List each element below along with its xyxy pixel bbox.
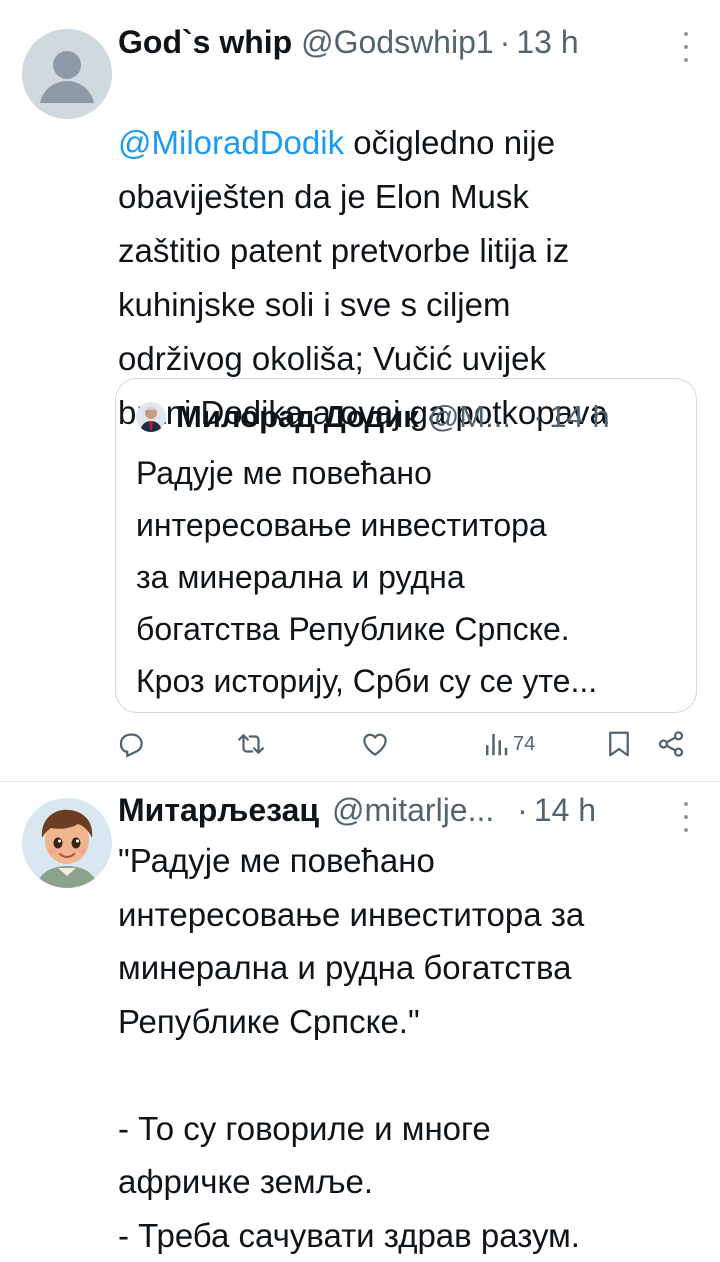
views-icon bbox=[486, 734, 508, 756]
cartoon-boy-avatar-icon bbox=[22, 798, 112, 888]
quoted-author-name: Милорад Додик bbox=[176, 399, 419, 434]
like-icon bbox=[363, 733, 387, 756]
author-handle[interactable]: @mitarlje... bbox=[332, 792, 494, 828]
quoted-author-handle: @M... bbox=[427, 399, 511, 434]
author-handle[interactable]: @Godswhip1 bbox=[301, 24, 494, 60]
avatar-cartoon-boy[interactable] bbox=[22, 798, 112, 888]
reply-button[interactable] bbox=[116, 729, 146, 759]
tweet-time[interactable]: 13 h bbox=[516, 24, 578, 60]
tweet-text: "Радује ме повећано интересовање инвести… bbox=[118, 842, 585, 1254]
tweet-header: Митарљезац @mitarlje... · 14 h bbox=[118, 790, 596, 830]
separator-dot: · bbox=[532, 399, 544, 434]
mention-link[interactable]: @MiloradDodik bbox=[118, 124, 344, 161]
share-icon bbox=[658, 731, 684, 757]
quoted-tweet-header: Милорад Додик @M... · 14 h bbox=[136, 397, 610, 437]
author-name[interactable]: Митарљезац bbox=[118, 792, 319, 828]
tweet-actions: 74 bbox=[0, 725, 720, 769]
retweet-icon bbox=[238, 734, 264, 754]
tweet-header: God`s whip @Godswhip1 · 13 h bbox=[118, 22, 579, 62]
author-name[interactable]: God`s whip bbox=[118, 24, 292, 60]
views-count: 74 bbox=[513, 732, 536, 755]
retweet-button[interactable] bbox=[235, 729, 267, 759]
reply-icon bbox=[119, 733, 143, 758]
tweet-mitarljezac[interactable]: Митарљезац @mitarlje... · 14 h "Радује ме… bbox=[0, 782, 720, 1254]
tweet-text-first-line: očigledno nije bbox=[344, 124, 556, 161]
quoted-tweet-time: 14 h bbox=[549, 399, 610, 434]
tweet-time[interactable]: 14 h bbox=[534, 792, 596, 828]
more-options-icon[interactable] bbox=[676, 802, 696, 832]
tweet-godswhip[interactable]: God`s whip @Godswhip1 · 13 h @MiloradDodik… bbox=[0, 0, 720, 781]
portrait-icon bbox=[136, 402, 166, 432]
quoted-tweet-text: Радује ме повећано интересовање инвестит… bbox=[136, 455, 598, 699]
more-options-icon[interactable] bbox=[676, 32, 696, 62]
quoted-tweet[interactable]: Милорад Додик @M... · 14 h Радује ме пов… bbox=[115, 378, 697, 713]
bookmark-button[interactable] bbox=[606, 729, 632, 759]
separator-dot: · bbox=[517, 792, 528, 828]
quoted-author-avatar bbox=[136, 402, 166, 432]
separator-dot: · bbox=[499, 24, 511, 60]
views-button[interactable]: 74 bbox=[483, 729, 535, 759]
default-avatar-icon bbox=[22, 29, 112, 119]
like-button[interactable] bbox=[360, 729, 390, 759]
share-button[interactable] bbox=[656, 729, 686, 759]
bookmark-icon bbox=[609, 731, 629, 757]
avatar-default[interactable] bbox=[22, 29, 112, 119]
